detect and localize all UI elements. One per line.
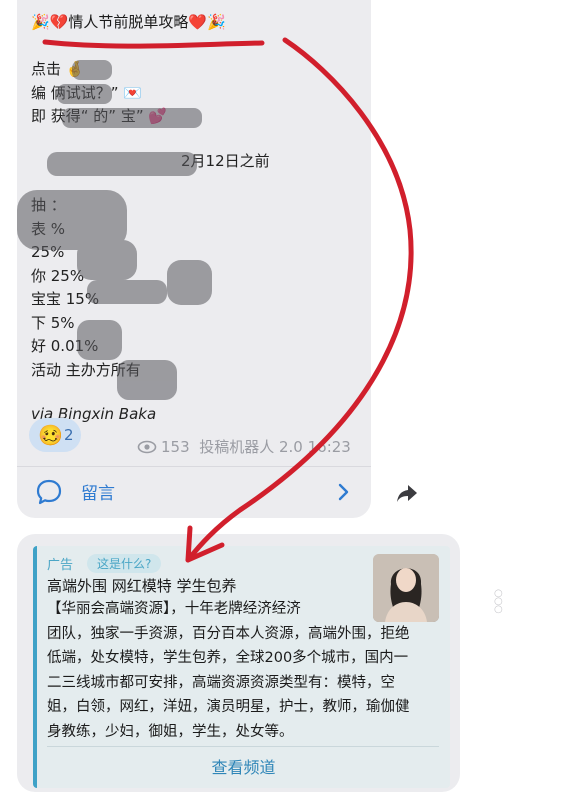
ad-title: 高端外围 网红模特 学生包养 xyxy=(47,577,237,595)
ad-body-line: 身教练，少妇，御姐，学生，处女等。 xyxy=(47,723,294,740)
post-author: 投稿机器人 xyxy=(199,438,275,456)
reaction-chip[interactable]: 🥴 2 xyxy=(29,418,81,452)
sponsored-message: 广告 这是什么? 高端外围 网红模特 学生包养 【华丽会高端资源】，十年老牌经济… xyxy=(17,534,460,792)
post-time: 2.0 16:23 xyxy=(278,438,351,456)
comment-label: 留言 xyxy=(81,484,115,504)
ad-body-line: 【华丽会高端资源】，十年老牌经济经济 xyxy=(47,601,301,617)
view-count: 153 xyxy=(161,438,190,456)
channel-post: 🎉💔情人节前脱单攻略❤️🎉 点击 🤞 编 俩试试？” 💌 即 获得“ 的” 宝”… xyxy=(17,0,371,518)
ad-body-line: 团队，独家一手资源，百分百本人资源，高端外围，拒绝 xyxy=(47,625,410,642)
ad-body-line: 姐，白领，网红，洋妞，演员明星，护士，教师，瑜伽健 xyxy=(47,699,410,715)
reaction-emoji: 🥴 xyxy=(38,423,63,447)
eye-icon xyxy=(137,440,157,454)
post-title: 🎉💔情人节前脱单攻略❤️🎉 xyxy=(31,10,226,34)
ad-card[interactable]: 广告 这是什么? 高端外围 网红模特 学生包养 【华丽会高端资源】，十年老牌经济… xyxy=(33,546,450,788)
comment-button[interactable]: 留言 xyxy=(17,467,371,518)
scroll-indicator: ○ ○ ○ xyxy=(494,588,504,615)
share-icon[interactable] xyxy=(395,481,419,505)
scribble-redaction xyxy=(17,60,212,400)
divider xyxy=(47,746,439,747)
view-channel-button[interactable]: 查看频道 xyxy=(37,754,450,778)
ad-thumbnail[interactable] xyxy=(373,554,439,622)
title-text: 情人节前脱单攻略 xyxy=(68,13,189,31)
ad-body-line: 低端，处女模特，学生包养，全球200多个城市，国内一 xyxy=(47,650,409,666)
post-meta: 153 投稿机器人 2.0 16:23 xyxy=(137,436,351,457)
title-prefix-emoji: 🎉💔 xyxy=(31,13,69,31)
person-photo-icon xyxy=(373,554,439,622)
comment-icon xyxy=(36,479,62,505)
reaction-count: 2 xyxy=(64,426,74,444)
ad-label: 广告 xyxy=(47,558,74,573)
ad-body: 【华丽会高端资源】，十年老牌经济经济 团队，独家一手资源，百分百本人资源，高端外… xyxy=(47,597,417,744)
chevron-right-icon xyxy=(338,483,349,501)
title-suffix-emoji: ❤️🎉 xyxy=(188,13,226,31)
what-is-this-button[interactable]: 这是什么? xyxy=(87,554,162,573)
ad-body-line: 二三线城市都可安排，高端资源资源类型有：模特，空 xyxy=(47,674,395,691)
